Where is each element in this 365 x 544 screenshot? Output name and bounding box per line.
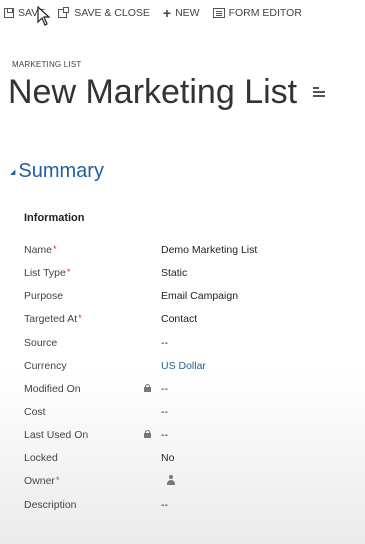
form-selector-icon[interactable] [312,85,325,99]
section-header-summary[interactable]: ◢ Summary [10,160,104,183]
field-name[interactable]: Name* Demo Marketing List [24,244,344,262]
field-label: Purpose [24,290,64,302]
section-title: Summary [18,160,104,182]
required-indicator: * [55,475,60,485]
save-and-close-label: SAVE & CLOSE [74,7,150,19]
form-editor-icon [212,8,225,18]
field-label: List Type* [24,267,71,279]
field-cost[interactable]: Cost -- [24,406,344,424]
field-source[interactable]: Source -- [24,337,344,355]
field-last-used-on: Last Used On -- [24,429,344,447]
required-indicator: * [66,267,71,277]
field-value[interactable]: No [161,452,174,464]
plus-icon: + [162,5,172,21]
field-value[interactable]: -- [161,499,168,511]
page-title-text: New Marketing List [8,73,298,111]
lock-icon [144,430,151,438]
field-label: Last Used On [24,429,89,441]
field-value: -- [161,429,168,441]
field-value[interactable]: Static [161,267,187,279]
new-button-label: NEW [175,7,200,19]
field-currency[interactable]: Currency US Dollar [24,360,344,378]
field-label: Source [24,337,58,349]
required-indicator: * [53,244,57,254]
field-value[interactable]: -- [161,406,168,418]
field-list-type[interactable]: List Type* Static [24,267,344,285]
person-icon[interactable] [166,475,176,486]
field-value[interactable]: Contact [161,313,197,325]
field-locked[interactable]: Locked No [24,452,344,470]
field-label: Locked [24,452,58,464]
entity-type-label: MARKETING LIST [12,60,82,69]
field-value[interactable]: Demo Marketing List [161,244,257,256]
lock-icon [144,384,151,392]
new-button[interactable]: + NEW [162,5,200,21]
field-description[interactable]: Description -- [24,499,344,517]
collapse-triangle-icon[interactable]: ◢ [10,168,15,176]
field-modified-on: Modified On -- [24,383,344,401]
mouse-pointer-icon [37,6,51,26]
currency-link[interactable]: US Dollar [161,360,206,372]
field-targeted-at[interactable]: Targeted At* Contact [24,313,344,331]
page-title: New Marketing List [8,73,325,112]
field-value[interactable]: Email Campaign [161,290,238,302]
field-label: Targeted At* [24,313,82,325]
command-bar: SAVE SAVE & CLOSE + NEW FORM EDITOR [0,0,365,26]
save-and-close-icon [58,7,70,19]
form-editor-label: FORM EDITOR [228,7,302,19]
form-editor-button[interactable]: FORM EDITOR [212,7,302,19]
field-purpose[interactable]: Purpose Email Campaign [24,290,344,308]
field-label: Owner* [24,475,60,487]
field-label: Currency [24,360,67,372]
field-label: Name* [24,244,57,256]
save-and-close-button[interactable]: SAVE & CLOSE [58,7,150,19]
field-value: -- [161,383,168,395]
field-label: Cost [24,406,46,418]
field-label: Description [24,499,77,511]
field-label: Modified On [24,383,81,395]
save-icon [4,8,14,18]
subsection-title: Information [24,212,85,224]
field-value[interactable]: -- [161,337,168,349]
required-indicator: * [78,313,82,323]
field-owner[interactable]: Owner* [24,475,344,493]
